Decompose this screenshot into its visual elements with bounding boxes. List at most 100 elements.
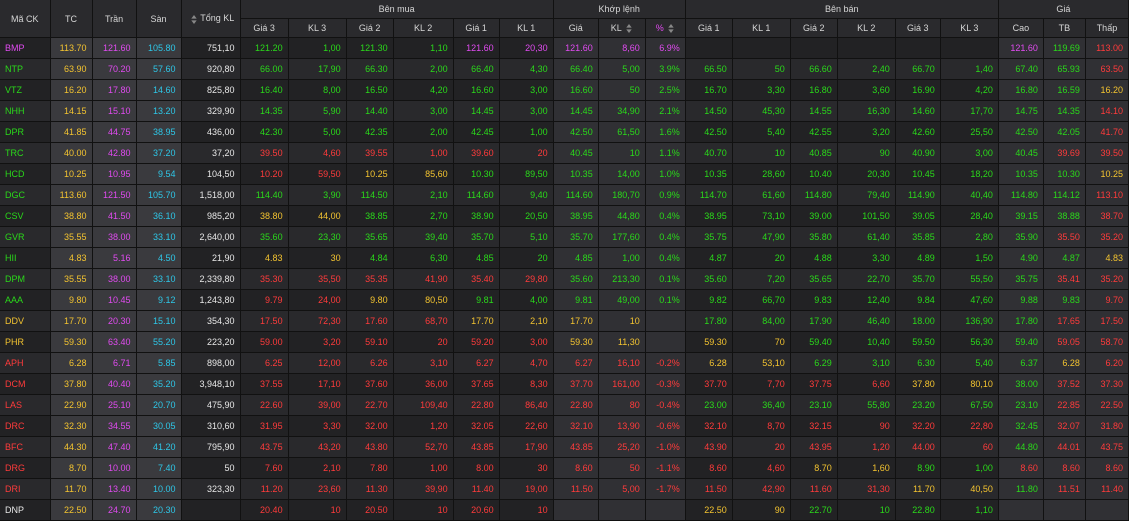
table-row[interactable]: VTZ 16.20 17.80 14.60 825,80 16.40 8,00 16.50 4,… <box>0 79 1129 101</box>
ceiling-price-cell: 70.20 <box>92 58 137 80</box>
header-ask-6[interactable]: KL 3 <box>940 18 999 38</box>
price-stat-cell: 38.88 <box>1043 205 1086 227</box>
table-row[interactable]: DPR 41.85 44.75 38.95 436,00 42.30 5,00 42.35 2,… <box>0 121 1129 143</box>
price-stat-cell: 65.93 <box>1043 58 1086 80</box>
table-row[interactable]: HII 4.83 5.16 4.50 21,90 4.83 30 4.84 6,30 4.85 20… <box>0 247 1129 269</box>
header-bid-5[interactable]: Giá 1 <box>453 18 500 38</box>
ask-cell: 44.00 <box>895 436 941 458</box>
ask-cell: 23.10 <box>790 394 838 416</box>
price-stat-cell: 42.05 <box>1043 121 1086 143</box>
header-price-2[interactable]: TB <box>1043 18 1086 38</box>
ask-cell: 10 <box>732 142 791 164</box>
bid-cell: 39,00 <box>288 394 347 416</box>
table-row[interactable]: BMP 113.70 121.60 105.80 751,10 121.20 1,00 121… <box>0 37 1129 59</box>
table-row[interactable]: PHR 59.30 63.40 55.20 223,20 59.00 3,20 59.10 20… <box>0 331 1129 353</box>
symbol-cell: DCM <box>0 373 51 395</box>
header-ask-4[interactable]: KL 2 <box>837 18 896 38</box>
table-row[interactable]: DPM 35.55 38.00 33.10 2,339,80 35.30 35,50 35.3… <box>0 268 1129 290</box>
ask-cell: 3,10 <box>837 352 896 374</box>
ask-cell: 22,80 <box>940 415 999 437</box>
ceiling-price-cell: 40.40 <box>92 373 137 395</box>
header-match-2[interactable]: KL <box>598 18 646 38</box>
bid-cell: 59.00 <box>240 331 289 353</box>
header-ask-2[interactable]: KL 1 <box>732 18 791 38</box>
symbol-cell: LAS <box>0 394 51 416</box>
table-row[interactable]: HCD 10.25 10.95 9.54 104,50 10.20 59,50 10.25 85… <box>0 163 1129 185</box>
header-bid-6[interactable]: KL 1 <box>499 18 554 38</box>
header-symbol[interactable]: Mã CK <box>0 0 51 38</box>
price-stat-cell: 16.59 <box>1043 79 1086 101</box>
match-cell: 10 <box>598 142 646 164</box>
match-cell: 8,60 <box>598 37 646 59</box>
change-percent-cell: 1.1% <box>645 142 686 164</box>
price-stat-cell: 17.65 <box>1043 310 1086 332</box>
price-stat-cell: 9.70 <box>1085 289 1129 311</box>
match-cell: 114.60 <box>553 184 599 206</box>
bid-cell: 22.70 <box>346 394 394 416</box>
price-stat-cell: 6.28 <box>1043 352 1086 374</box>
header-volume[interactable]: Tổng KL <box>181 0 241 38</box>
header-ask-3[interactable]: Giá 2 <box>790 18 838 38</box>
total-volume-cell: 825,80 <box>181 79 241 101</box>
header-bid-3[interactable]: Giá 2 <box>346 18 394 38</box>
header-ask-5[interactable]: Giá 3 <box>895 18 941 38</box>
table-row[interactable]: DNP 22.50 24.70 20.30 20.40 10 20.50 10 20.60 10 2… <box>0 499 1129 521</box>
table-row[interactable]: NTP 63.90 70.20 57.60 920,80 66.00 17,90 66.30 2… <box>0 58 1129 80</box>
header-match-3[interactable]: % <box>645 18 686 38</box>
bid-cell: 3,90 <box>288 184 347 206</box>
sort-icon <box>668 24 674 34</box>
price-stat-cell: 44.01 <box>1043 436 1086 458</box>
floor-price-cell: 10.00 <box>136 478 182 500</box>
bid-cell: 86,40 <box>499 394 554 416</box>
table-row[interactable]: LAS 22.90 25.10 20.70 475,90 22.60 39,00 22.70 1… <box>0 394 1129 416</box>
table-row[interactable]: DGC 113.60 121.50 105.70 1,518,00 114.40 3,90 1… <box>0 184 1129 206</box>
bid-cell: 9,40 <box>499 184 554 206</box>
ask-cell: 90 <box>732 499 791 521</box>
bid-cell: 3,10 <box>393 352 454 374</box>
table-row[interactable]: GVR 35.55 38.00 33.10 2,640,00 35.60 23,30 35.6… <box>0 226 1129 248</box>
bid-cell: 16.50 <box>346 79 394 101</box>
header-ceil[interactable]: Trần <box>92 0 137 38</box>
total-volume-cell: 21,90 <box>181 247 241 269</box>
ask-cell: 3,00 <box>940 142 999 164</box>
header-bid-1[interactable]: Giá 3 <box>240 18 289 38</box>
price-stat-cell: 58.70 <box>1085 331 1129 353</box>
ref-price-cell: 63.90 <box>50 58 93 80</box>
table-row[interactable]: DRC 32.30 34.55 30.05 310,60 31.95 3,30 32.00 1,… <box>0 415 1129 437</box>
header-match-1[interactable]: Giá <box>553 18 599 38</box>
header-price-1[interactable]: Cao <box>998 18 1044 38</box>
match-cell: 13,90 <box>598 415 646 437</box>
ask-cell: 36,40 <box>732 394 791 416</box>
bid-cell: 17,10 <box>288 373 347 395</box>
ask-cell <box>837 37 896 59</box>
table-row[interactable]: DDV 17.70 20.30 15.10 354,30 17.50 72,30 17.60 6… <box>0 310 1129 332</box>
bid-cell: 9.79 <box>240 289 289 311</box>
bid-cell: 5,10 <box>499 226 554 248</box>
ask-cell: 18.00 <box>895 310 941 332</box>
header-price-3[interactable]: Thấp <box>1085 18 1129 38</box>
table-row[interactable]: AAA 9.80 10.45 9.12 1,243,80 9.79 24,00 9.80 80,… <box>0 289 1129 311</box>
change-percent-cell: 3.9% <box>645 58 686 80</box>
table-row[interactable]: DCM 37.80 40.40 35.20 3,948,10 37.55 17,10 37.6… <box>0 373 1129 395</box>
price-stat-cell: 8.60 <box>1043 457 1086 479</box>
ask-cell: 17.80 <box>685 310 733 332</box>
ask-cell: 39.00 <box>790 205 838 227</box>
header-floor[interactable]: Sàn <box>136 0 182 38</box>
ask-cell <box>732 37 791 59</box>
total-volume-cell: 354,30 <box>181 310 241 332</box>
ask-cell: 10.45 <box>895 163 941 185</box>
table-row[interactable]: DRG 8.70 10.00 7.40 50 7.60 2,10 7.80 1,00 8.00 30… <box>0 457 1129 479</box>
table-row[interactable]: TRC 40.00 42.80 37.20 37,20 39.50 4,60 39.55 1,0… <box>0 142 1129 164</box>
table-row[interactable]: DRI 11.70 13.40 10.00 323,30 11.20 23,60 11.30 3… <box>0 478 1129 500</box>
ask-cell: 61,60 <box>732 184 791 206</box>
table-row[interactable]: BFC 44.30 47.40 41.20 795,90 43.75 43,20 43.80 5… <box>0 436 1129 458</box>
header-ref[interactable]: TC <box>50 0 93 38</box>
ask-cell: 3,60 <box>837 79 896 101</box>
header-bid-4[interactable]: KL 2 <box>393 18 454 38</box>
table-row[interactable]: NHH 14.15 15.10 13.20 329,90 14.35 5,90 14.40 3,… <box>0 100 1129 122</box>
header-bid-2[interactable]: KL 3 <box>288 18 347 38</box>
header-ask-1[interactable]: Giá 1 <box>685 18 733 38</box>
table-row[interactable]: APH 6.28 6.71 5.85 898,00 6.25 12,00 6.26 3,10 6.… <box>0 352 1129 374</box>
table-row[interactable]: CSV 38.80 41.50 36.10 985,20 38.80 44,00 38.85 2… <box>0 205 1129 227</box>
ceiling-price-cell: 15.10 <box>92 100 137 122</box>
